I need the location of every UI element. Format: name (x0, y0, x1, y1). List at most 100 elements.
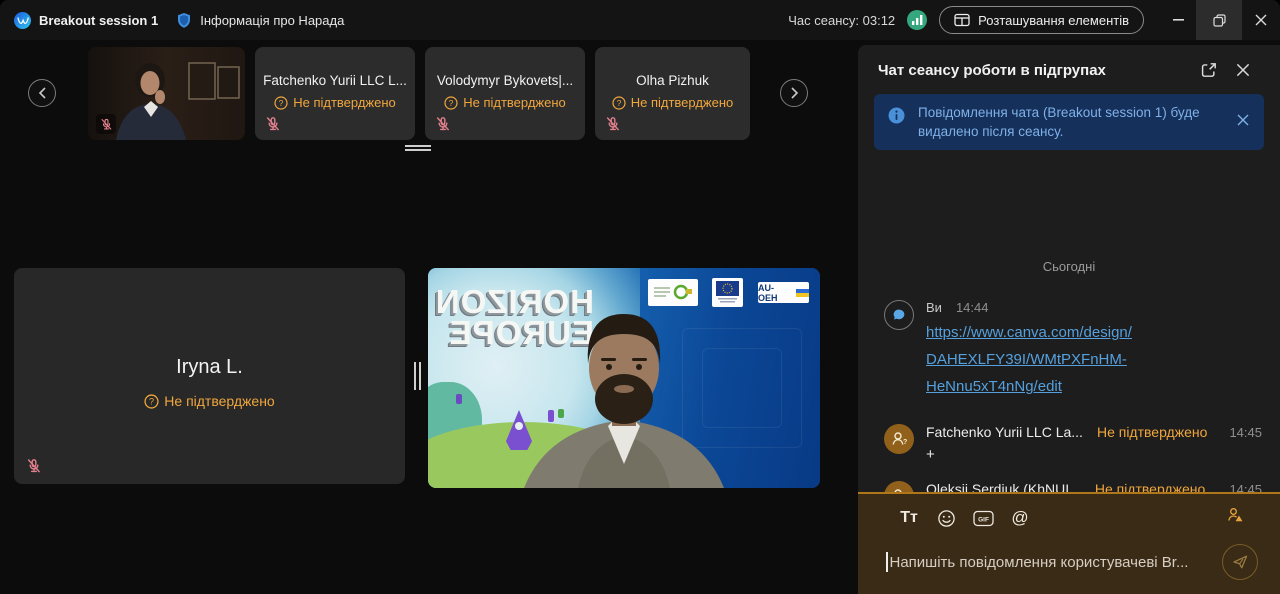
input-placeholder: Напишіть повідомлення користувачеві Br..… (890, 554, 1189, 571)
session-title: Breakout session 1 (39, 13, 158, 28)
connection-quality-indicator[interactable] (907, 10, 927, 30)
filmstrip-prev-button[interactable] (28, 79, 56, 107)
restore-window-button[interactable] (1196, 0, 1242, 40)
mention-button[interactable]: @ (1009, 507, 1031, 529)
question-circle-icon: ? (444, 96, 458, 110)
info-icon (888, 107, 905, 124)
webex-logo-icon (14, 12, 31, 29)
layout-button-label: Розташування елементів (978, 13, 1129, 28)
unverified-label: Не підтверджено (164, 393, 274, 409)
chat-panel: Чат сеансу роботи в підгрупах Повідомлен… (858, 45, 1280, 594)
participant-tile[interactable]: Volodymyr Bykovets|... ? Не підтверджено (425, 47, 585, 140)
question-circle-icon: ? (612, 96, 626, 110)
mic-muted-icon (435, 116, 451, 132)
filmstrip-resize-handle[interactable] (405, 145, 431, 151)
paper-plane-icon (1231, 553, 1249, 571)
meeting-info-button[interactable]: Інформація про Нарада (200, 13, 344, 28)
video-tile-speaker[interactable]: HORIZON EUROPE (428, 268, 820, 488)
close-chat-icon[interactable] (1234, 61, 1252, 79)
smiley-icon (937, 509, 956, 528)
message-text: + (926, 446, 1264, 463)
participant-name: Iryna L. (14, 356, 405, 379)
chat-message-list[interactable]: Сьогодні Ви 14:44 https://www.canva.com/… (858, 195, 1280, 492)
self-view-video-tile[interactable] (88, 47, 245, 140)
layout-button[interactable]: Розташування елементів (939, 6, 1144, 34)
banner-close-icon[interactable] (1236, 113, 1250, 127)
person-warning-icon (1226, 506, 1244, 524)
banner-text: Повідомлення чата (Breakout session 1) б… (918, 103, 1224, 141)
titlebar: Breakout session 1 Інформація про Нарада… (0, 0, 1280, 40)
stage-area: Fatchenko Yurii LLC L... ? Не підтвердже… (0, 40, 858, 594)
participant-name: Volodymyr Bykovets|... (425, 73, 585, 88)
close-window-button[interactable] (1242, 0, 1280, 40)
send-button[interactable] (1222, 544, 1258, 580)
question-circle-icon: ? (274, 96, 288, 110)
restore-icon (1213, 14, 1226, 27)
sender-name: Ви (926, 300, 942, 315)
chat-title: Чат сеансу роботи в підгрупах (878, 62, 1184, 79)
svg-text:?: ? (903, 439, 907, 446)
popout-icon[interactable] (1200, 61, 1218, 79)
sender-name: Fatchenko Yurii LLC La... (926, 424, 1083, 440)
person-question-avatar: ? (884, 424, 914, 454)
svg-text:?: ? (279, 98, 284, 108)
person-question-avatar: ? (884, 481, 914, 492)
chat-message: ? Fatchenko Yurii LLC La... Не підтвердж… (874, 424, 1264, 463)
svg-text:GIF: GIF (978, 516, 989, 523)
unverified-label: Не підтверджено (631, 95, 734, 110)
speaker-video (428, 268, 820, 488)
unverified-status: ? Не підтверджено (14, 393, 405, 409)
session-time: Час сеансу: 03:12 (788, 13, 895, 28)
participant-name: Fatchenko Yurii LLC L... (255, 73, 415, 88)
meeting-window: Breakout session 1 Інформація про Нарада… (0, 0, 1280, 594)
mic-muted-icon (26, 458, 42, 474)
person-question-icon: ? (890, 430, 908, 448)
speech-bubble-icon (891, 307, 907, 323)
text-format-button[interactable]: Tт (898, 507, 920, 529)
gif-icon: GIF (973, 510, 994, 527)
unverified-label: Не підтверджено (463, 95, 566, 110)
composer-toolbar: Tт GIF @ (858, 494, 1280, 529)
text-caret (886, 552, 888, 572)
message-composer: Tт GIF @ (858, 492, 1280, 594)
svg-text:?: ? (149, 396, 154, 406)
unverified-label: Не підтверджено (293, 95, 396, 110)
message-time: 14:45 (1229, 482, 1262, 492)
chat-info-banner: Повідомлення чата (Breakout session 1) б… (874, 94, 1264, 150)
sender-unverified-label: Не підтверджено (1097, 424, 1207, 440)
message-time: 14:45 (1229, 425, 1262, 440)
signal-bars-icon (912, 15, 923, 25)
tiles-resize-handle[interactable] (414, 362, 422, 390)
date-divider: Сьогодні (874, 259, 1264, 274)
svg-text:?: ? (449, 98, 454, 108)
chat-message: Ви 14:44 https://www.canva.com/design/ D… (874, 300, 1264, 400)
participant-tile[interactable]: Olha Pizhuk ? Не підтверджено (595, 47, 750, 140)
chat-message: ? Oleksii Serdiuk (KhNUI... Не підтвердж… (874, 481, 1264, 492)
participant-name: Olha Pizhuk (595, 73, 750, 88)
mic-muted-icon (100, 118, 113, 131)
shield-icon (176, 12, 192, 29)
svg-text:?: ? (616, 98, 621, 108)
chat-bubble-avatar (884, 300, 914, 330)
sender-unverified-label: Не підтверджено (1095, 481, 1205, 492)
message-time: 14:44 (956, 300, 989, 315)
sender-name: Oleksii Serdiuk (KhNUI... (926, 481, 1081, 492)
minimize-button[interactable] (1160, 0, 1196, 40)
unverified-status: ? Не підтверджено (255, 95, 415, 110)
layout-grid-icon (954, 13, 970, 27)
message-link[interactable]: https://www.canva.com/design/ DAHEXLFY39… (926, 319, 1264, 400)
participant-tile[interactable]: Fatchenko Yurii LLC L... ? Не підтвердже… (255, 47, 415, 140)
mic-muted-icon (265, 116, 281, 132)
question-circle-icon: ? (144, 394, 159, 409)
filmstrip-next-button[interactable] (780, 79, 808, 107)
unverified-status: ? Не підтверджено (425, 95, 585, 110)
video-tile-iryna[interactable]: Iryna L. ? Не підтверджено (14, 268, 405, 484)
gif-button[interactable]: GIF (972, 507, 994, 529)
unverified-status: ? Не підтверджено (595, 95, 750, 110)
mic-muted-icon (605, 116, 621, 132)
chat-header: Чат сеансу роботи в підгрупах (858, 45, 1280, 79)
message-input[interactable]: Напишіть повідомлення користувачеві Br..… (886, 552, 1210, 572)
emoji-button[interactable] (935, 507, 957, 529)
close-icon (1255, 14, 1267, 26)
muted-badge (96, 114, 116, 134)
